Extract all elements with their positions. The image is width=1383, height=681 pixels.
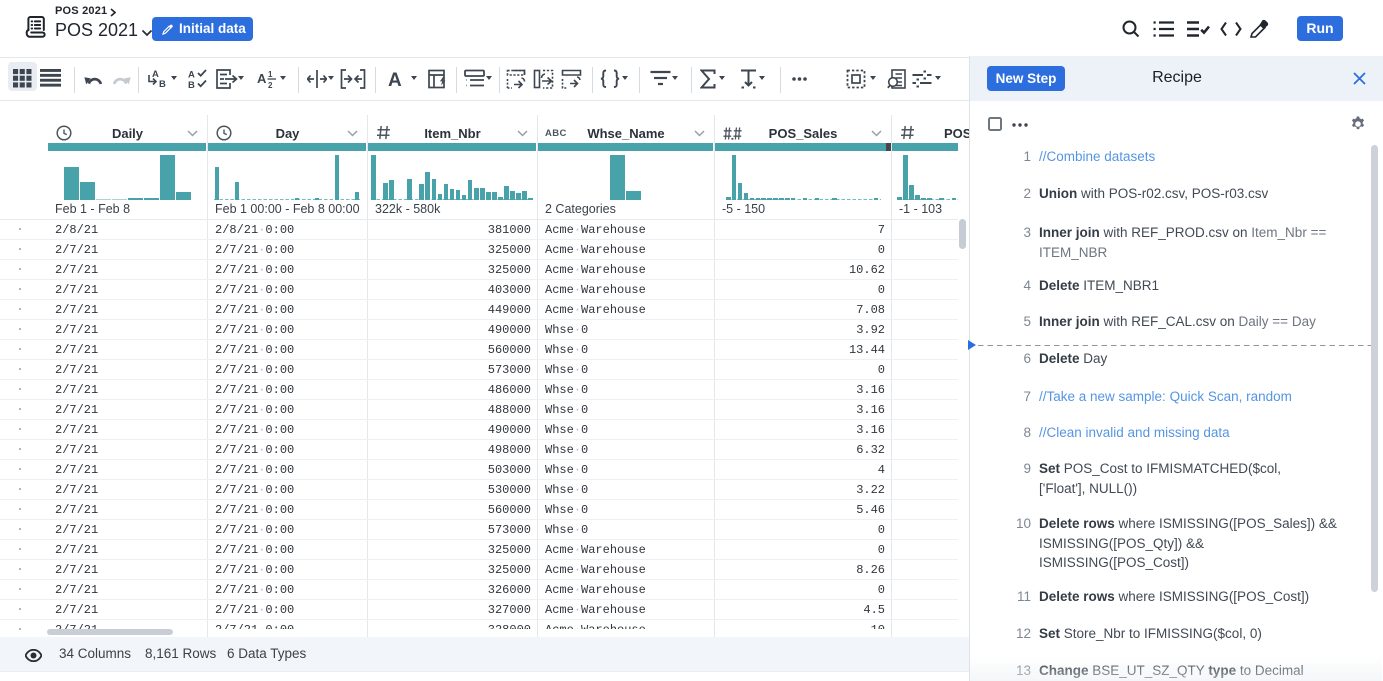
svg-text:A: A bbox=[188, 70, 195, 81]
svg-text:2: 2 bbox=[268, 81, 273, 89]
svg-text:A: A bbox=[388, 70, 402, 89]
svg-text:A: A bbox=[257, 71, 267, 86]
svg-text:B: B bbox=[188, 80, 195, 89]
svg-text:1: 1 bbox=[268, 70, 273, 79]
svg-text:A: A bbox=[152, 69, 159, 80]
svg-text:B: B bbox=[159, 79, 166, 89]
